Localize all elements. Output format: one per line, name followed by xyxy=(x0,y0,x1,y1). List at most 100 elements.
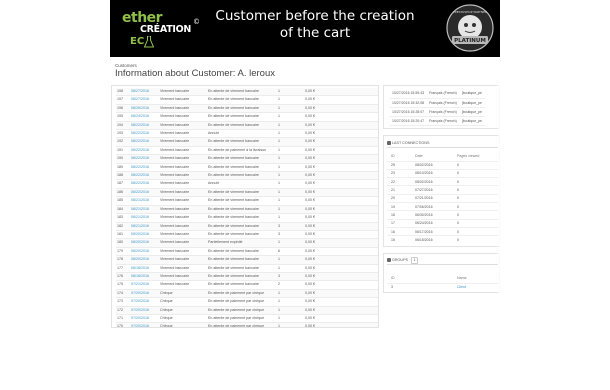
order-date-cell[interactable]: 08/22/2016 xyxy=(130,129,159,139)
table-row[interactable]: 194 08/22/2016 Virement bancaire En attente… xyxy=(116,121,378,131)
table-row[interactable]: 190 08/22/2016 Virement bancaire En attente… xyxy=(116,154,378,164)
message-row[interactable]: 10/27/2016 15:28:07 Français (French) [bou… xyxy=(390,107,485,117)
order-date-cell[interactable]: 08/22/2016 xyxy=(130,154,159,164)
order-date-cell[interactable]: 08/22/2016 xyxy=(130,188,159,198)
connection-pages-cell: 0 xyxy=(453,160,498,170)
table-row[interactable]: 187 08/22/2016 Virement bancaire Annulé 1 0,0… xyxy=(116,179,378,189)
table-row[interactable]: 176 08/18/2016 Virement bancaire En attente… xyxy=(116,272,378,282)
table-row[interactable]: 186 08/22/2016 Virement bancaire En attente… xyxy=(116,188,378,198)
order-id-cell: 193 xyxy=(116,129,130,139)
order-state-cell: En attente de virement bancaire xyxy=(207,112,277,122)
message-row[interactable]: 10/27/2016 15:59:43 Français (French) [bou… xyxy=(390,89,485,99)
order-qty-cell: 3 xyxy=(277,222,304,231)
groups-count-badge: 1 xyxy=(410,257,418,264)
table-row[interactable]: 185 08/21/2016 Virement bancaire En attente… xyxy=(116,196,378,206)
order-id-cell: 185 xyxy=(116,196,130,206)
order-total-cell: 0,00 € xyxy=(304,154,334,164)
table-row[interactable]: 196 08/26/2016 Virement bancaire En attente… xyxy=(116,104,378,114)
group-row[interactable]: 3 Client xyxy=(387,282,498,291)
order-date-cell[interactable]: 08/22/2016 xyxy=(130,171,159,181)
order-state-cell: En attente de virement bancaire xyxy=(207,247,277,257)
order-qty-cell: 1 xyxy=(277,112,304,122)
table-row[interactable]: 188 08/22/2016 Virement bancaire En attente… xyxy=(116,171,378,181)
table-row[interactable]: 181 08/20/2016 Virement bancaire En attente… xyxy=(116,230,378,240)
order-date-cell[interactable]: 08/22/2016 xyxy=(130,121,159,131)
table-row[interactable]: 173 07/20/2016 Chèque En attente de paiemen… xyxy=(116,297,378,307)
order-date-cell[interactable]: 08/27/2016 xyxy=(130,95,159,105)
order-date-cell[interactable]: 08/21/2016 xyxy=(130,213,159,223)
table-row[interactable]: 179 08/20/2016 Virement bancaire En attente… xyxy=(116,247,378,257)
order-date-cell[interactable]: 08/21/2016 xyxy=(130,196,159,206)
table-row[interactable]: 182 08/21/2016 Virement bancaire En attente… xyxy=(116,222,378,231)
order-date-cell[interactable]: 08/24/2016 xyxy=(130,112,159,122)
order-date-cell[interactable]: 08/27/2016 xyxy=(130,88,159,97)
groups-col-id-header: ID xyxy=(391,276,395,281)
connection-date-cell: 06/24/2016 xyxy=(411,218,453,228)
table-row[interactable]: 180 08/20/2016 Virement bancaire Partiellem… xyxy=(116,238,378,248)
connection-pages-cell: 0 xyxy=(453,177,498,186)
order-payment-cell: Virement bancaire xyxy=(159,129,207,139)
order-total-cell: 0,00 € xyxy=(304,247,334,257)
order-date-cell[interactable]: 08/22/2016 xyxy=(130,146,159,156)
table-row[interactable]: 177 08/18/2016 Virement bancaire En attente… xyxy=(116,264,378,273)
message-row[interactable]: 10/27/2016 15:20:47 Français (French) [bou… xyxy=(390,116,485,126)
connection-date-cell: 08/10/2016 xyxy=(411,168,453,178)
order-actions-cell xyxy=(334,112,378,122)
order-date-cell[interactable]: 08/20/2016 xyxy=(130,238,159,248)
connection-row: 16 06/17/2016 0 xyxy=(387,226,498,236)
connection-pages-cell: 0 xyxy=(453,218,498,228)
message-row[interactable]: 10/27/2016 15:32:08 Français (French) [bou… xyxy=(390,98,485,108)
order-date-cell[interactable]: 08/18/2016 xyxy=(130,272,159,282)
order-date-cell[interactable]: 07/21/2016 xyxy=(130,280,159,290)
order-total-cell: 0,00 € xyxy=(304,280,334,290)
order-date-cell[interactable]: 08/22/2016 xyxy=(130,179,159,189)
order-payment-cell: Virement bancaire xyxy=(159,179,207,189)
table-row[interactable]: 191 08/22/2016 Virement bancaire En attente… xyxy=(116,146,378,156)
order-date-cell[interactable]: 08/20/2016 xyxy=(130,255,159,265)
page-title: Information about Customer: A. leroux xyxy=(115,68,275,79)
table-row[interactable]: 178 08/20/2016 Virement bancaire En attente… xyxy=(116,255,378,265)
table-row[interactable]: 193 08/22/2016 Virement bancaire Annulé 1 0,0… xyxy=(116,129,378,139)
table-row[interactable]: 198 08/27/2016 Virement bancaire En attente… xyxy=(116,88,378,97)
order-id-cell: 175 xyxy=(116,280,130,290)
table-row[interactable]: 192 08/22/2016 Virement bancaire En attente… xyxy=(116,137,378,147)
order-total-cell: 0,00 € xyxy=(304,196,334,206)
order-actions-cell xyxy=(334,222,378,231)
group-name-link[interactable]: Client xyxy=(453,282,498,291)
table-row[interactable]: 197 08/27/2016 Virement bancaire En attente… xyxy=(116,95,378,105)
order-actions-cell xyxy=(334,306,378,315)
order-state-cell: En attente de virement bancaire xyxy=(207,205,277,215)
order-date-cell[interactable]: 07/20/2016 xyxy=(130,314,159,324)
table-row[interactable]: 170 07/20/2016 Chèque En attente de paiemen… xyxy=(116,322,378,327)
table-row[interactable]: 171 07/20/2016 Chèque En attente de paiemen… xyxy=(116,314,378,324)
order-date-cell[interactable]: 08/22/2016 xyxy=(130,137,159,147)
order-payment-cell: Virement bancaire xyxy=(159,230,207,240)
order-total-cell: 0,00 € xyxy=(304,255,334,265)
order-id-cell: 171 xyxy=(116,314,130,324)
table-row[interactable]: 172 07/20/2016 Chèque En attente de paiemen… xyxy=(116,306,378,315)
order-actions-cell xyxy=(334,314,378,324)
table-row[interactable]: 189 08/22/2016 Virement bancaire En attente… xyxy=(116,163,378,173)
order-actions-cell xyxy=(334,146,378,156)
order-date-cell[interactable]: 08/20/2016 xyxy=(130,230,159,240)
table-row[interactable]: 195 08/24/2016 Virement bancaire En attente… xyxy=(116,112,378,122)
connection-pages-cell: 0 xyxy=(453,201,498,211)
order-date-cell[interactable]: 08/21/2016 xyxy=(130,205,159,215)
order-date-cell[interactable]: 07/20/2016 xyxy=(130,289,159,299)
table-row[interactable]: 183 08/21/2016 Virement bancaire En attente… xyxy=(116,213,378,223)
order-date-cell[interactable]: 08/26/2016 xyxy=(130,104,159,114)
table-row[interactable]: 175 07/21/2016 Virement bancaire En attente… xyxy=(116,280,378,290)
order-date-cell[interactable]: 08/21/2016 xyxy=(130,222,159,231)
order-date-cell[interactable]: 07/20/2016 xyxy=(130,322,159,327)
order-id-cell: 174 xyxy=(116,289,130,299)
order-date-cell[interactable]: 07/20/2016 xyxy=(130,297,159,307)
order-date-cell[interactable]: 08/20/2016 xyxy=(130,247,159,257)
connection-row: 19 07/06/2016 0 xyxy=(387,201,498,211)
order-state-cell: En attente de paiement par chèque xyxy=(207,322,277,327)
order-date-cell[interactable]: 08/18/2016 xyxy=(130,264,159,273)
connection-pages-cell: 0 xyxy=(453,168,498,178)
table-row[interactable]: 174 07/20/2016 Chèque En attente de paiemen… xyxy=(116,289,378,299)
order-date-cell[interactable]: 08/22/2016 xyxy=(130,163,159,173)
order-date-cell[interactable]: 07/20/2016 xyxy=(130,306,159,315)
table-row[interactable]: 184 08/21/2016 Virement bancaire En attente… xyxy=(116,205,378,215)
